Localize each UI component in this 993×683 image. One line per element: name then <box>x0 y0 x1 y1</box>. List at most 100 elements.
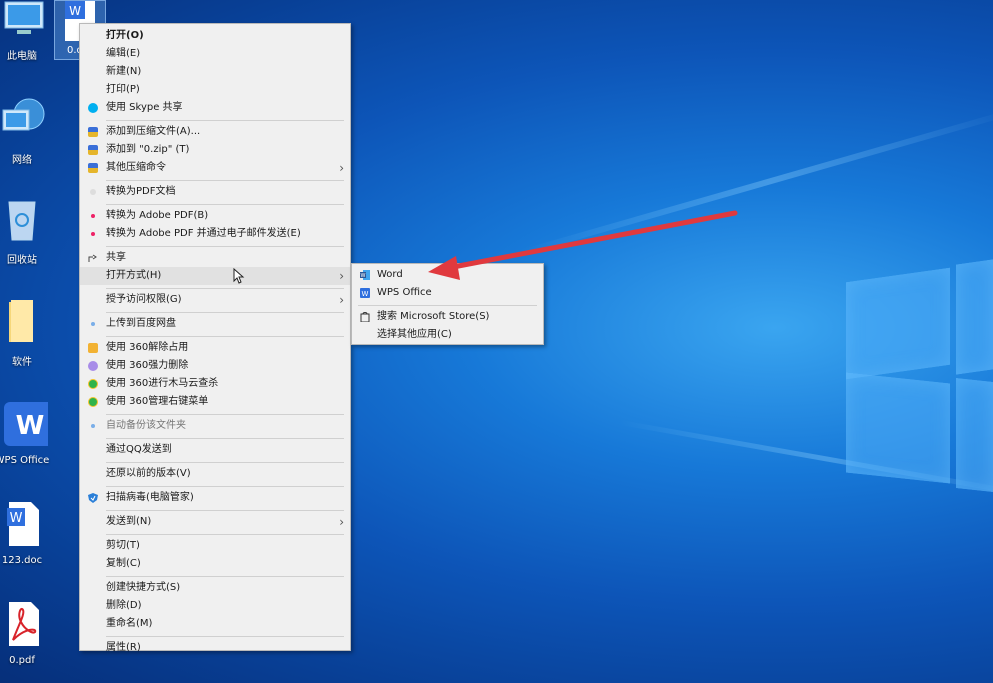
menu-item-360-manage[interactable]: 使用 360管理右键菜单 <box>80 393 350 411</box>
desktop-icon-recycle-bin[interactable]: 回收站 <box>0 196 58 266</box>
chevron-right-icon: › <box>339 161 344 175</box>
menu-item-send-qq[interactable]: 通过QQ发送到 <box>80 441 350 459</box>
menu-item-scan-virus[interactable]: 扫描病毒(电脑管家) <box>80 489 350 507</box>
pdf-icon <box>9 602 39 646</box>
menu-item-cut[interactable]: 剪切(T) <box>80 537 350 555</box>
menu-item-properties[interactable]: 属性(R) <box>80 639 350 657</box>
menu-item-auto-backup[interactable]: 自动备份该文件夹 <box>80 417 350 435</box>
word-doc-icon: W <box>7 502 39 546</box>
menu-item-other-compress[interactable]: 其他压缩命令 › <box>80 159 350 177</box>
menu-item-new[interactable]: 新建(N) <box>80 63 350 81</box>
menu-item-360-delete[interactable]: 使用 360强力删除 <box>80 357 350 375</box>
menu-separator <box>106 462 344 463</box>
desktop-icon-label: 回收站 <box>7 255 37 266</box>
menu-separator <box>106 414 344 415</box>
chevron-right-icon: › <box>339 293 344 307</box>
360-scan-icon <box>88 379 98 389</box>
menu-separator <box>106 246 344 247</box>
desktop-icon-this-pc[interactable]: 此电脑 <box>0 0 58 62</box>
menu-separator <box>106 510 344 511</box>
chevron-right-icon: › <box>339 515 344 529</box>
menu-item-delete[interactable]: 删除(D) <box>80 597 350 615</box>
menu-item-edit[interactable]: 编辑(E) <box>80 45 350 63</box>
desktop-icon-label: 网络 <box>12 155 32 166</box>
menu-item-adobe-pdf[interactable]: 转换为 Adobe PDF(B) <box>80 207 350 225</box>
menu-separator <box>106 120 344 121</box>
archive-icon <box>88 127 98 137</box>
svg-text:W: W <box>16 411 45 441</box>
360-delete-icon <box>88 361 98 371</box>
menu-separator <box>106 312 344 313</box>
baidu-cloud-icon <box>91 322 95 326</box>
svg-text:W: W <box>362 290 369 298</box>
menu-item-create-shortcut[interactable]: 创建快捷方式(S) <box>80 579 350 597</box>
svg-text:W: W <box>361 273 366 279</box>
menu-separator <box>106 204 344 205</box>
menu-separator <box>106 486 344 487</box>
svg-text:W: W <box>10 511 23 526</box>
light-beam <box>519 106 993 256</box>
desktop-icon-folder-software[interactable]: 软件 <box>0 298 58 368</box>
archive-icon <box>88 163 98 173</box>
menu-separator <box>106 636 344 637</box>
word-icon: W <box>360 270 370 280</box>
adobe-pdf-icon <box>91 232 95 236</box>
submenu-item-search-store[interactable]: 搜索 Microsoft Store(S) <box>352 308 543 326</box>
menu-item-restore-versions[interactable]: 还原以前的版本(V) <box>80 465 350 483</box>
menu-item-add-zip[interactable]: 添加到 "0.zip" (T) <box>80 141 350 159</box>
submenu-item-wps[interactable]: W WPS Office <box>352 284 543 302</box>
folder-icon <box>9 300 33 342</box>
archive-icon <box>88 145 98 155</box>
menu-item-copy[interactable]: 复制(C) <box>80 555 350 573</box>
svg-text:W: W <box>69 4 81 18</box>
adobe-pdf-icon <box>91 214 95 218</box>
menu-separator <box>106 180 344 181</box>
desktop-icon-label: 软件 <box>12 357 32 368</box>
360-menu-icon <box>88 397 98 407</box>
menu-separator <box>106 576 344 577</box>
menu-separator <box>106 336 344 337</box>
desktop-icon-wps-office[interactable]: W WPS Office <box>0 400 58 466</box>
menu-separator <box>106 288 344 289</box>
desktop-icon-label: 123.doc <box>1 555 43 566</box>
menu-item-grant-access[interactable]: 授予访问权限(G) › <box>80 291 350 309</box>
menu-item-send-to[interactable]: 发送到(N) › <box>80 513 350 531</box>
desktop-icon-network[interactable]: 网络 <box>0 96 58 166</box>
wps-office-icon: W <box>4 402 56 446</box>
skype-icon <box>88 103 98 113</box>
desktop-icon-0-pdf[interactable]: 0.pdf <box>0 600 58 666</box>
menu-item-print[interactable]: 打印(P) <box>80 81 350 99</box>
wps-icon: W <box>360 288 370 298</box>
menu-item-rename[interactable]: 重命名(M) <box>80 615 350 633</box>
menu-separator <box>106 438 344 439</box>
desktop-icon-label: 此电脑 <box>7 51 37 62</box>
share-icon <box>88 254 97 262</box>
menu-item-360-scan[interactable]: 使用 360进行木马云查杀 <box>80 375 350 393</box>
desktop-icon-123-doc[interactable]: W 123.doc <box>0 500 58 566</box>
menu-item-baidu-upload[interactable]: 上传到百度网盘 <box>80 315 350 333</box>
shield-icon <box>88 493 98 503</box>
menu-item-convert-pdf[interactable]: 转换为PDF文档 <box>80 183 350 201</box>
chevron-right-icon: › <box>339 269 344 283</box>
store-icon <box>360 312 370 322</box>
backup-icon <box>91 424 95 428</box>
menu-separator <box>106 534 344 535</box>
menu-item-adobe-pdf-email[interactable]: 转换为 Adobe PDF 并通过电子邮件发送(E) <box>80 225 350 243</box>
menu-item-add-archive[interactable]: 添加到压缩文件(A)... <box>80 123 350 141</box>
menu-item-skype-share[interactable]: 使用 Skype 共享 <box>80 99 350 117</box>
desktop-icon-label: WPS Office <box>0 455 50 466</box>
context-menu: 打开(O) 编辑(E) 新建(N) 打印(P) 使用 Skype 共享 添加到压… <box>79 23 351 653</box>
desktop-icon-label: 0.pdf <box>9 655 35 666</box>
menu-item-open[interactable]: 打开(O) <box>80 27 350 45</box>
submenu-item-word[interactable]: W Word <box>352 266 543 284</box>
menu-item-open-with[interactable]: 打开方式(H) › <box>80 267 350 285</box>
recycle-bin-icon <box>8 201 36 241</box>
network-icon <box>2 98 45 131</box>
submenu-item-choose-app[interactable]: 选择其他应用(C) <box>352 326 543 344</box>
menu-item-share[interactable]: 共享 <box>80 249 350 267</box>
open-with-submenu: W Word W WPS Office 搜索 Microsoft Store(S… <box>351 263 544 345</box>
360-unlock-icon <box>88 343 98 353</box>
menu-separator <box>358 305 537 306</box>
menu-item-360-unlock[interactable]: 使用 360解除占用 <box>80 339 350 357</box>
mouse-cursor-icon <box>233 268 245 284</box>
